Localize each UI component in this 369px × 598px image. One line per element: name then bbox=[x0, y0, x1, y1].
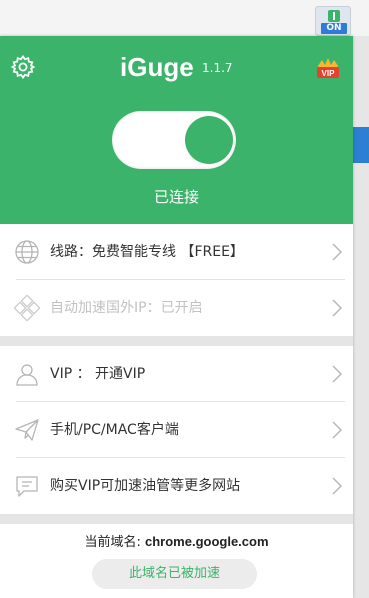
globe-icon bbox=[15, 240, 39, 264]
app-title: iGuge bbox=[120, 52, 194, 82]
connection-toggle[interactable] bbox=[112, 111, 236, 169]
current-domain-value: chrome.google.com bbox=[145, 534, 269, 549]
gear-icon[interactable] bbox=[10, 54, 36, 80]
chevron-right-icon bbox=[332, 421, 343, 439]
chevron-right-icon bbox=[332, 365, 343, 383]
browser-page-background bbox=[353, 36, 369, 598]
toggle-knob bbox=[185, 116, 233, 164]
domain-accelerated-button[interactable]: 此域名已被加速 bbox=[92, 559, 257, 589]
clients-label: 手机/PC/MAC客户端 bbox=[50, 422, 179, 438]
connection-status: 已连接 bbox=[153, 188, 199, 206]
page-highlight-strip bbox=[353, 127, 369, 163]
extension-popup: iGuge 1.1.7 VIP 已连接 线路：免费智能专线 【FREE】 自动加… bbox=[0, 36, 353, 598]
extension-toolbar-icon[interactable]: ON bbox=[315, 6, 351, 36]
more-sites-menu-item[interactable]: 购买VIP可加速油管等更多网站 bbox=[0, 458, 353, 514]
section-gap bbox=[0, 336, 353, 346]
chevron-right-icon bbox=[332, 477, 343, 495]
current-domain: 当前域名: chrome.google.com bbox=[0, 532, 353, 552]
section-gap bbox=[0, 514, 353, 524]
vip-label: VIP ： 开通VIP bbox=[50, 366, 146, 382]
vip-badge-text: VIP bbox=[322, 69, 336, 78]
chat-bubble-icon bbox=[16, 476, 38, 497]
route-menu-item[interactable]: 线路：免费智能专线 【FREE】 bbox=[0, 224, 353, 280]
browser-toolbar bbox=[0, 0, 369, 36]
user-icon bbox=[16, 364, 38, 386]
current-domain-label: 当前域名: bbox=[84, 535, 141, 550]
app-version: 1.1.7 bbox=[202, 61, 233, 75]
chevron-right-icon bbox=[332, 299, 343, 317]
clients-menu-item[interactable]: 手机/PC/MAC客户端 bbox=[0, 402, 353, 458]
auto-accel-menu-item[interactable]: 自动加速国外IP：已开启 bbox=[0, 280, 353, 336]
auto-accel-label: 自动加速国外IP：已开启 bbox=[50, 300, 203, 316]
popup-header: iGuge 1.1.7 VIP 已连接 bbox=[0, 36, 353, 224]
extension-info-icon bbox=[328, 10, 340, 22]
more-sites-label: 购买VIP可加速油管等更多网站 bbox=[50, 478, 241, 494]
chevron-right-icon bbox=[332, 243, 343, 261]
extension-on-badge: ON bbox=[321, 23, 347, 34]
route-label: 线路：免费智能专线 【FREE】 bbox=[50, 244, 244, 260]
vip-menu-item[interactable]: VIP ： 开通VIP bbox=[0, 346, 353, 402]
network-icon bbox=[14, 295, 40, 321]
paper-plane-icon bbox=[15, 419, 39, 441]
vip-crown-icon[interactable]: VIP bbox=[315, 56, 341, 80]
